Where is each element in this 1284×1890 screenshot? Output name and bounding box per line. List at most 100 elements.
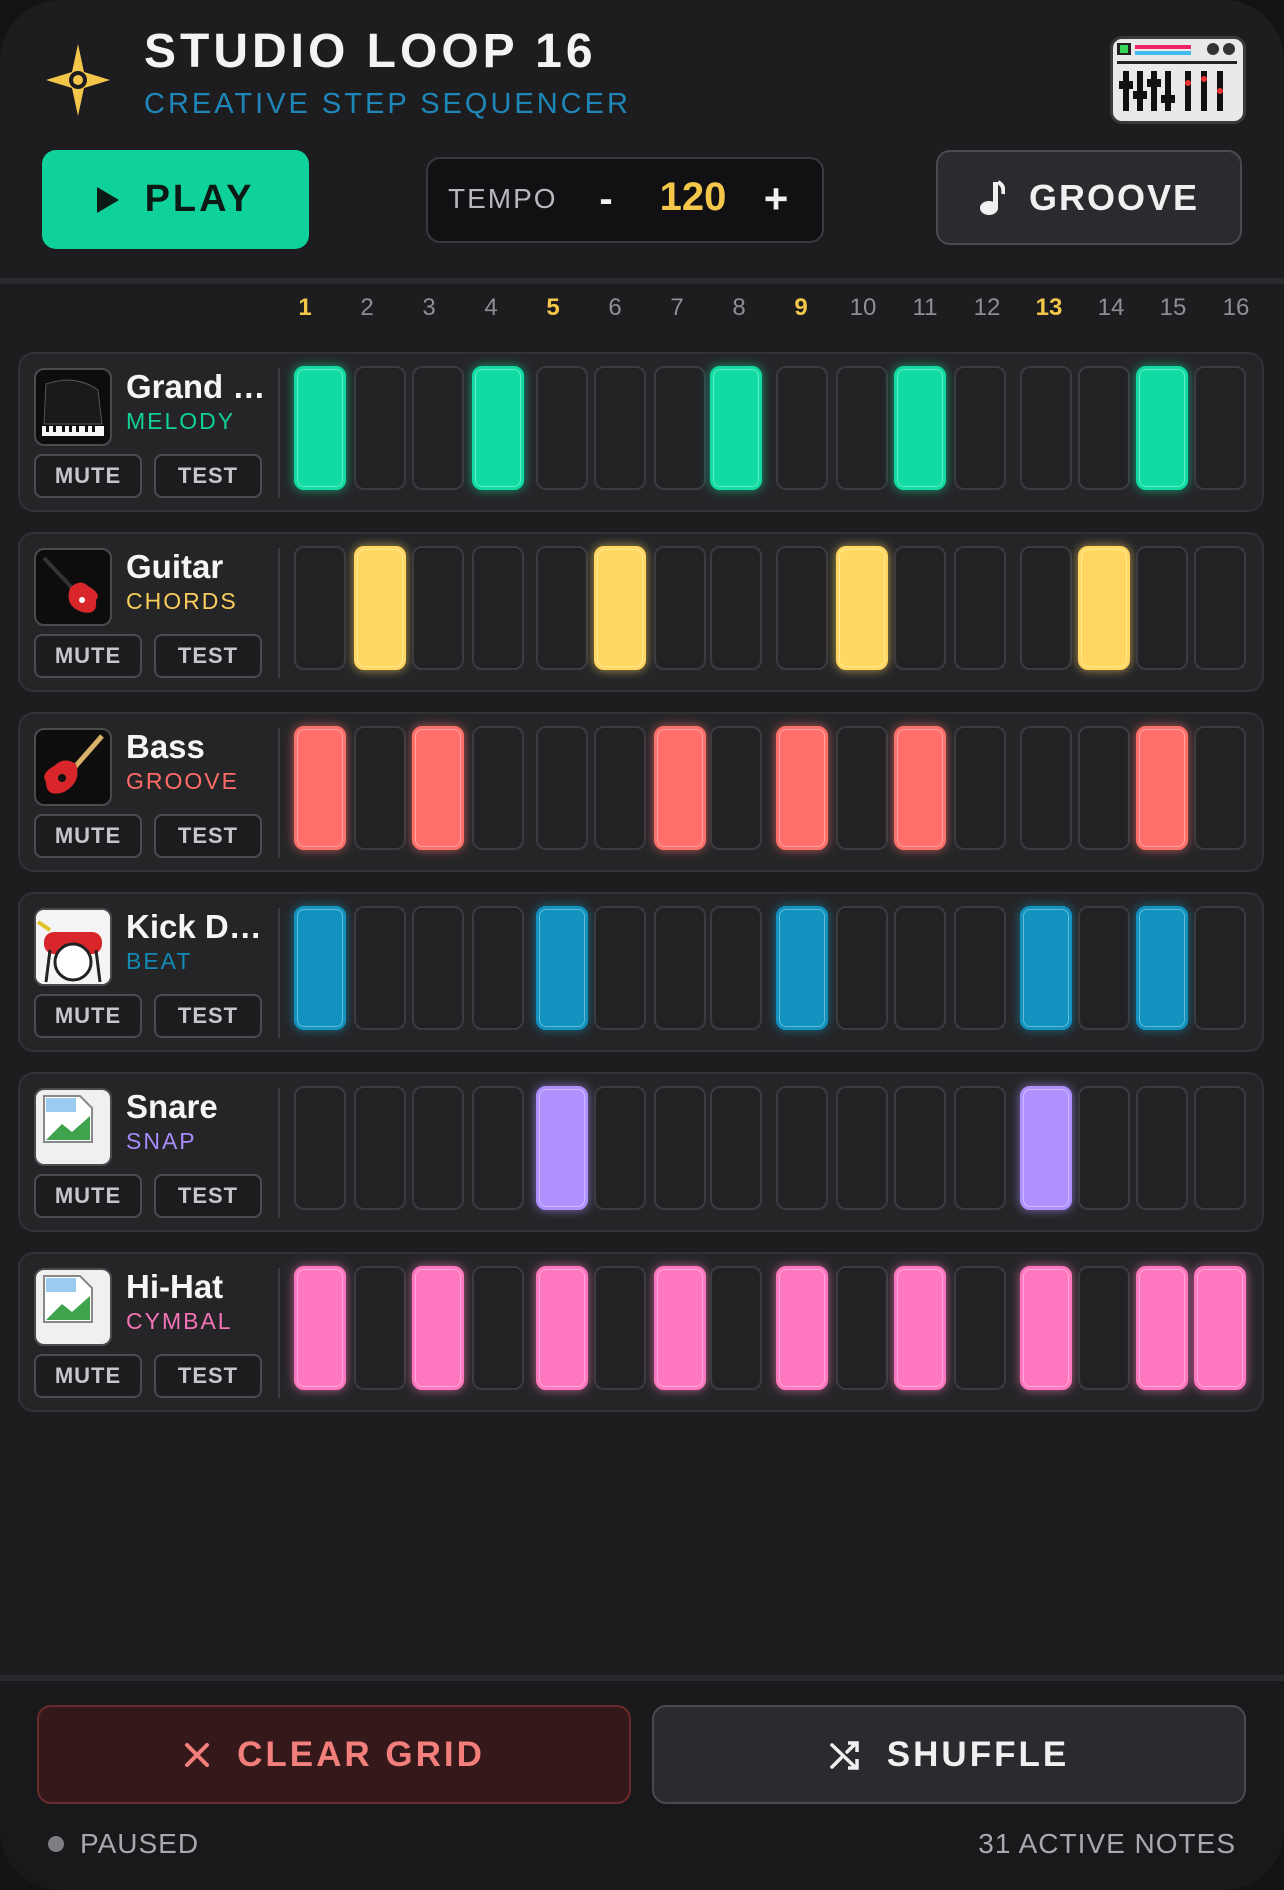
step-cell[interactable] [776,1086,828,1210]
step-cell[interactable] [594,906,646,1030]
test-button[interactable]: TEST [154,634,262,678]
step-cell-active[interactable] [836,546,888,670]
step-cell[interactable] [710,906,762,1030]
test-button[interactable]: TEST [154,1174,262,1218]
step-cell[interactable] [1078,1266,1130,1390]
clear-grid-button[interactable]: CLEAR GRID [37,1705,631,1804]
step-cell-active[interactable] [1020,906,1072,1030]
step-cell[interactable] [654,906,706,1030]
step-cell[interactable] [1078,726,1130,850]
step-cell-active[interactable] [1194,1266,1246,1390]
step-cell[interactable] [710,546,762,670]
step-cell[interactable] [472,546,524,670]
step-cell[interactable] [472,1086,524,1210]
test-button[interactable]: TEST [154,814,262,858]
step-cell[interactable] [710,1086,762,1210]
step-cell-active[interactable] [536,1266,588,1390]
step-cell[interactable] [654,1086,706,1210]
play-button[interactable]: PLAY [42,150,309,249]
step-cell[interactable] [1136,1086,1188,1210]
step-cell[interactable] [472,726,524,850]
step-cell[interactable] [412,906,464,1030]
shuffle-button[interactable]: SHUFFLE [652,1705,1246,1804]
step-cell[interactable] [294,546,346,670]
step-cell-active[interactable] [294,366,346,490]
step-cell[interactable] [1136,546,1188,670]
drum-machine-icon[interactable] [1110,36,1246,124]
step-cell-active[interactable] [594,546,646,670]
step-cell-active[interactable] [776,906,828,1030]
step-cell[interactable] [472,1266,524,1390]
step-cell-active[interactable] [654,726,706,850]
step-cell[interactable] [1078,1086,1130,1210]
step-cell-active[interactable] [294,906,346,1030]
step-cell[interactable] [294,1086,346,1210]
mute-button[interactable]: MUTE [34,994,142,1038]
step-cell[interactable] [594,366,646,490]
step-cell-active[interactable] [294,726,346,850]
step-cell[interactable] [594,1266,646,1390]
step-cell[interactable] [1078,906,1130,1030]
step-cell[interactable] [954,1266,1006,1390]
mute-button[interactable]: MUTE [34,1354,142,1398]
step-cell-active[interactable] [894,726,946,850]
step-cell[interactable] [1194,726,1246,850]
step-cell[interactable] [536,726,588,850]
step-cell-active[interactable] [710,366,762,490]
step-cell[interactable] [1194,906,1246,1030]
step-cell-active[interactable] [776,726,828,850]
step-cell-active[interactable] [1136,1266,1188,1390]
step-cell[interactable] [836,1266,888,1390]
step-cell-active[interactable] [1136,906,1188,1030]
step-cell[interactable] [894,546,946,670]
step-cell[interactable] [1020,366,1072,490]
step-cell[interactable] [1078,366,1130,490]
step-cell[interactable] [536,546,588,670]
mute-button[interactable]: MUTE [34,634,142,678]
test-button[interactable]: TEST [154,1354,262,1398]
step-cell[interactable] [954,726,1006,850]
step-cell[interactable] [1194,1086,1246,1210]
step-cell[interactable] [954,906,1006,1030]
step-cell[interactable] [412,366,464,490]
step-cell[interactable] [354,1086,406,1210]
step-cell-active[interactable] [894,366,946,490]
step-cell[interactable] [710,726,762,850]
step-cell[interactable] [954,1086,1006,1210]
step-cell[interactable] [710,1266,762,1390]
step-cell[interactable] [412,546,464,670]
step-cell-active[interactable] [1136,726,1188,850]
mute-button[interactable]: MUTE [34,454,142,498]
step-cell[interactable] [1194,366,1246,490]
step-cell[interactable] [776,366,828,490]
step-cell[interactable] [836,366,888,490]
step-cell-active[interactable] [472,366,524,490]
step-cell[interactable] [894,906,946,1030]
step-cell[interactable] [354,726,406,850]
step-cell[interactable] [1020,726,1072,850]
step-cell[interactable] [1020,546,1072,670]
step-cell-active[interactable] [354,546,406,670]
step-cell-active[interactable] [536,906,588,1030]
step-cell-active[interactable] [412,1266,464,1390]
step-cell[interactable] [412,1086,464,1210]
step-cell-active[interactable] [776,1266,828,1390]
test-button[interactable]: TEST [154,994,262,1038]
step-cell[interactable] [894,1086,946,1210]
step-cell-active[interactable] [654,1266,706,1390]
step-cell[interactable] [654,366,706,490]
step-cell[interactable] [472,906,524,1030]
step-cell-active[interactable] [1020,1266,1072,1390]
step-cell-active[interactable] [1136,366,1188,490]
step-cell[interactable] [654,546,706,670]
step-cell[interactable] [836,906,888,1030]
step-cell-active[interactable] [294,1266,346,1390]
step-cell[interactable] [594,1086,646,1210]
test-button[interactable]: TEST [154,454,262,498]
step-cell[interactable] [354,906,406,1030]
mute-button[interactable]: MUTE [34,814,142,858]
step-cell[interactable] [836,1086,888,1210]
step-cell-active[interactable] [536,1086,588,1210]
mute-button[interactable]: MUTE [34,1174,142,1218]
step-cell-active[interactable] [412,726,464,850]
